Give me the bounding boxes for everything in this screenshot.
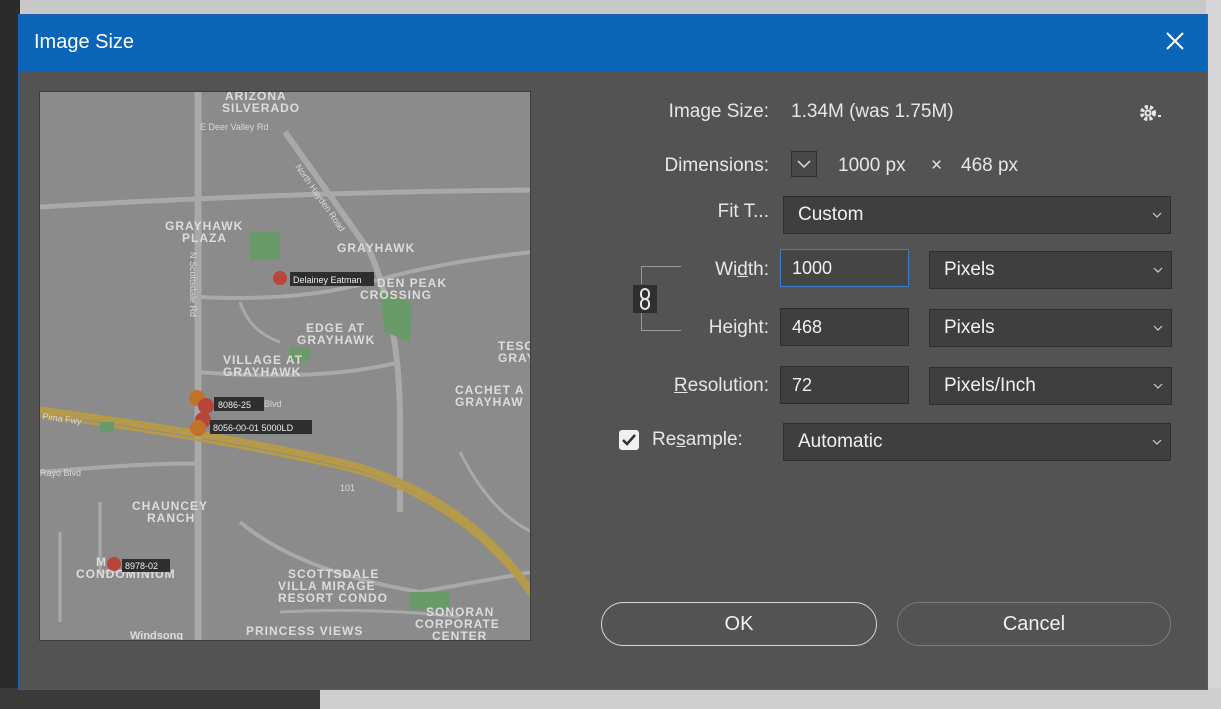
height-input[interactable]: 468 — [780, 308, 909, 346]
height-label-part: Hei — [708, 317, 738, 338]
svg-text:Delainey Eatman: Delainey Eatman — [293, 275, 362, 285]
ok-button[interactable]: OK — [601, 602, 877, 646]
map-label-gray: GRAY — [498, 351, 531, 365]
host-app-background — [0, 0, 1221, 14]
height-unit-value: Pixels — [944, 317, 995, 338]
dialog-title: Image Size — [34, 31, 135, 53]
resample-checkbox[interactable] — [619, 430, 639, 450]
dimensions-times: × — [931, 155, 943, 176]
width-unit-select[interactable]: Pixels — [929, 251, 1172, 289]
dimensions-dropdown-toggle[interactable] — [791, 151, 817, 177]
resample-label-mnemonic: s — [676, 429, 686, 450]
resolution-label-mnemonic: R — [673, 375, 688, 396]
map-pin-8056: 8056-00-01 5000LD — [213, 423, 294, 433]
resample-method-select[interactable]: Automatic — [783, 423, 1171, 461]
close-icon[interactable] — [1161, 27, 1189, 55]
fit-to-label: Fit T... — [717, 201, 769, 222]
map-label-silverado: SILVERADO — [222, 101, 300, 115]
map-label-princess: PRINCESS VIEWS — [246, 624, 363, 638]
map-label-rayo: Rayo Blvd — [40, 468, 81, 478]
map-label-hwy101: 101 — [340, 483, 355, 493]
dimensions-height: 468 px — [961, 155, 1019, 176]
host-app-bottom — [0, 688, 1221, 709]
fit-to-select[interactable]: Custom — [783, 196, 1171, 234]
chevron-down-icon — [1152, 212, 1162, 218]
resolution-input[interactable]: 72 — [780, 366, 909, 404]
width-unit-value: Pixels — [944, 259, 995, 280]
resolution-unit-select[interactable]: Pixels/Inch — [929, 367, 1172, 405]
resolution-unit-value: Pixels/Inch — [944, 375, 1036, 396]
map-label-scottsdale-rd: N Scottsdale Rd — [188, 252, 198, 317]
checkmark-icon — [622, 434, 636, 446]
map-pin-8978[interactable]: 8978-02 — [107, 557, 170, 572]
dialog-titlebar: Image Size — [19, 15, 1207, 71]
chevron-down-icon — [1153, 325, 1163, 331]
cancel-button[interactable]: Cancel — [897, 602, 1171, 646]
height-label-part: ht: — [747, 317, 769, 338]
chevron-down-icon — [1152, 439, 1162, 445]
image-size-value: 1.34M (was 1.75M) — [791, 101, 954, 122]
height-unit-select[interactable]: Pixels — [929, 309, 1172, 347]
host-app-left-panel — [0, 0, 20, 709]
map-label-crossing: CROSSING — [360, 288, 432, 302]
height-label-mnemonic: g — [737, 317, 748, 338]
width-input[interactable]: 1000 — [780, 249, 909, 287]
resolution-label: Resolution: — [619, 375, 769, 397]
map-label-grayhawk: GRAYHAWK — [337, 241, 415, 255]
height-label: Height: — [619, 317, 769, 339]
gear-icon[interactable] — [1137, 102, 1167, 124]
constrain-proportions-link-icon[interactable] — [633, 285, 657, 313]
host-app-canvas-strip — [320, 688, 1221, 709]
fit-to-value: Custom — [798, 204, 864, 225]
map-label-villa-3: RESORT CONDO — [278, 591, 388, 605]
map-label-sonoran-3: CENTER — [432, 629, 487, 641]
resample-method-value: Automatic — [798, 431, 883, 452]
resample-label-part: Re — [652, 429, 677, 450]
map-label-windsong: Windsong — [130, 630, 183, 641]
preview-map: ARIZONA SILVERADO GRAYHAWK PLAZA GRAYHAW… — [40, 92, 531, 641]
width-label-mnemonic: d — [737, 259, 748, 280]
map-pin-8086: 8086-25 — [218, 400, 251, 410]
map-label-chauncey-2: RANCH — [147, 511, 195, 525]
map-label-blvd: Blvd — [264, 399, 282, 409]
svg-text:8978-02: 8978-02 — [125, 561, 158, 571]
dimensions-width: 1000 px — [838, 155, 906, 176]
map-label-deer-valley: E Deer Valley Rd — [200, 122, 268, 132]
image-preview[interactable]: ARIZONA SILVERADO GRAYHAWK PLAZA GRAYHAW… — [39, 91, 531, 641]
dimensions-label: Dimensions: — [664, 155, 769, 176]
resample-label: Resample: — [652, 429, 743, 451]
map-label-edge-at-2: GRAYHAWK — [297, 333, 375, 347]
image-size-dialog: Image Size ARIZONA SILVERADO GRAYHAWK PL… — [18, 14, 1208, 690]
map-label-grayhawk-plaza-2: PLAZA — [182, 231, 227, 245]
resample-label-part: ample: — [685, 429, 743, 450]
width-label-part: Wi — [715, 259, 738, 280]
resolution-label-part: esolution: — [687, 375, 769, 396]
chevron-down-icon — [1153, 383, 1163, 389]
image-size-label: Image Size: — [668, 101, 769, 122]
chevron-down-icon — [797, 160, 811, 169]
host-app-right-panel — [1206, 0, 1221, 709]
map-label-cachet-2: GRAYHAW — [455, 395, 524, 409]
map-label-village-at-2: GRAYHAWK — [223, 365, 301, 379]
chevron-down-icon — [1153, 267, 1163, 273]
width-label-part: th: — [747, 259, 769, 280]
width-label: Width: — [619, 259, 769, 281]
